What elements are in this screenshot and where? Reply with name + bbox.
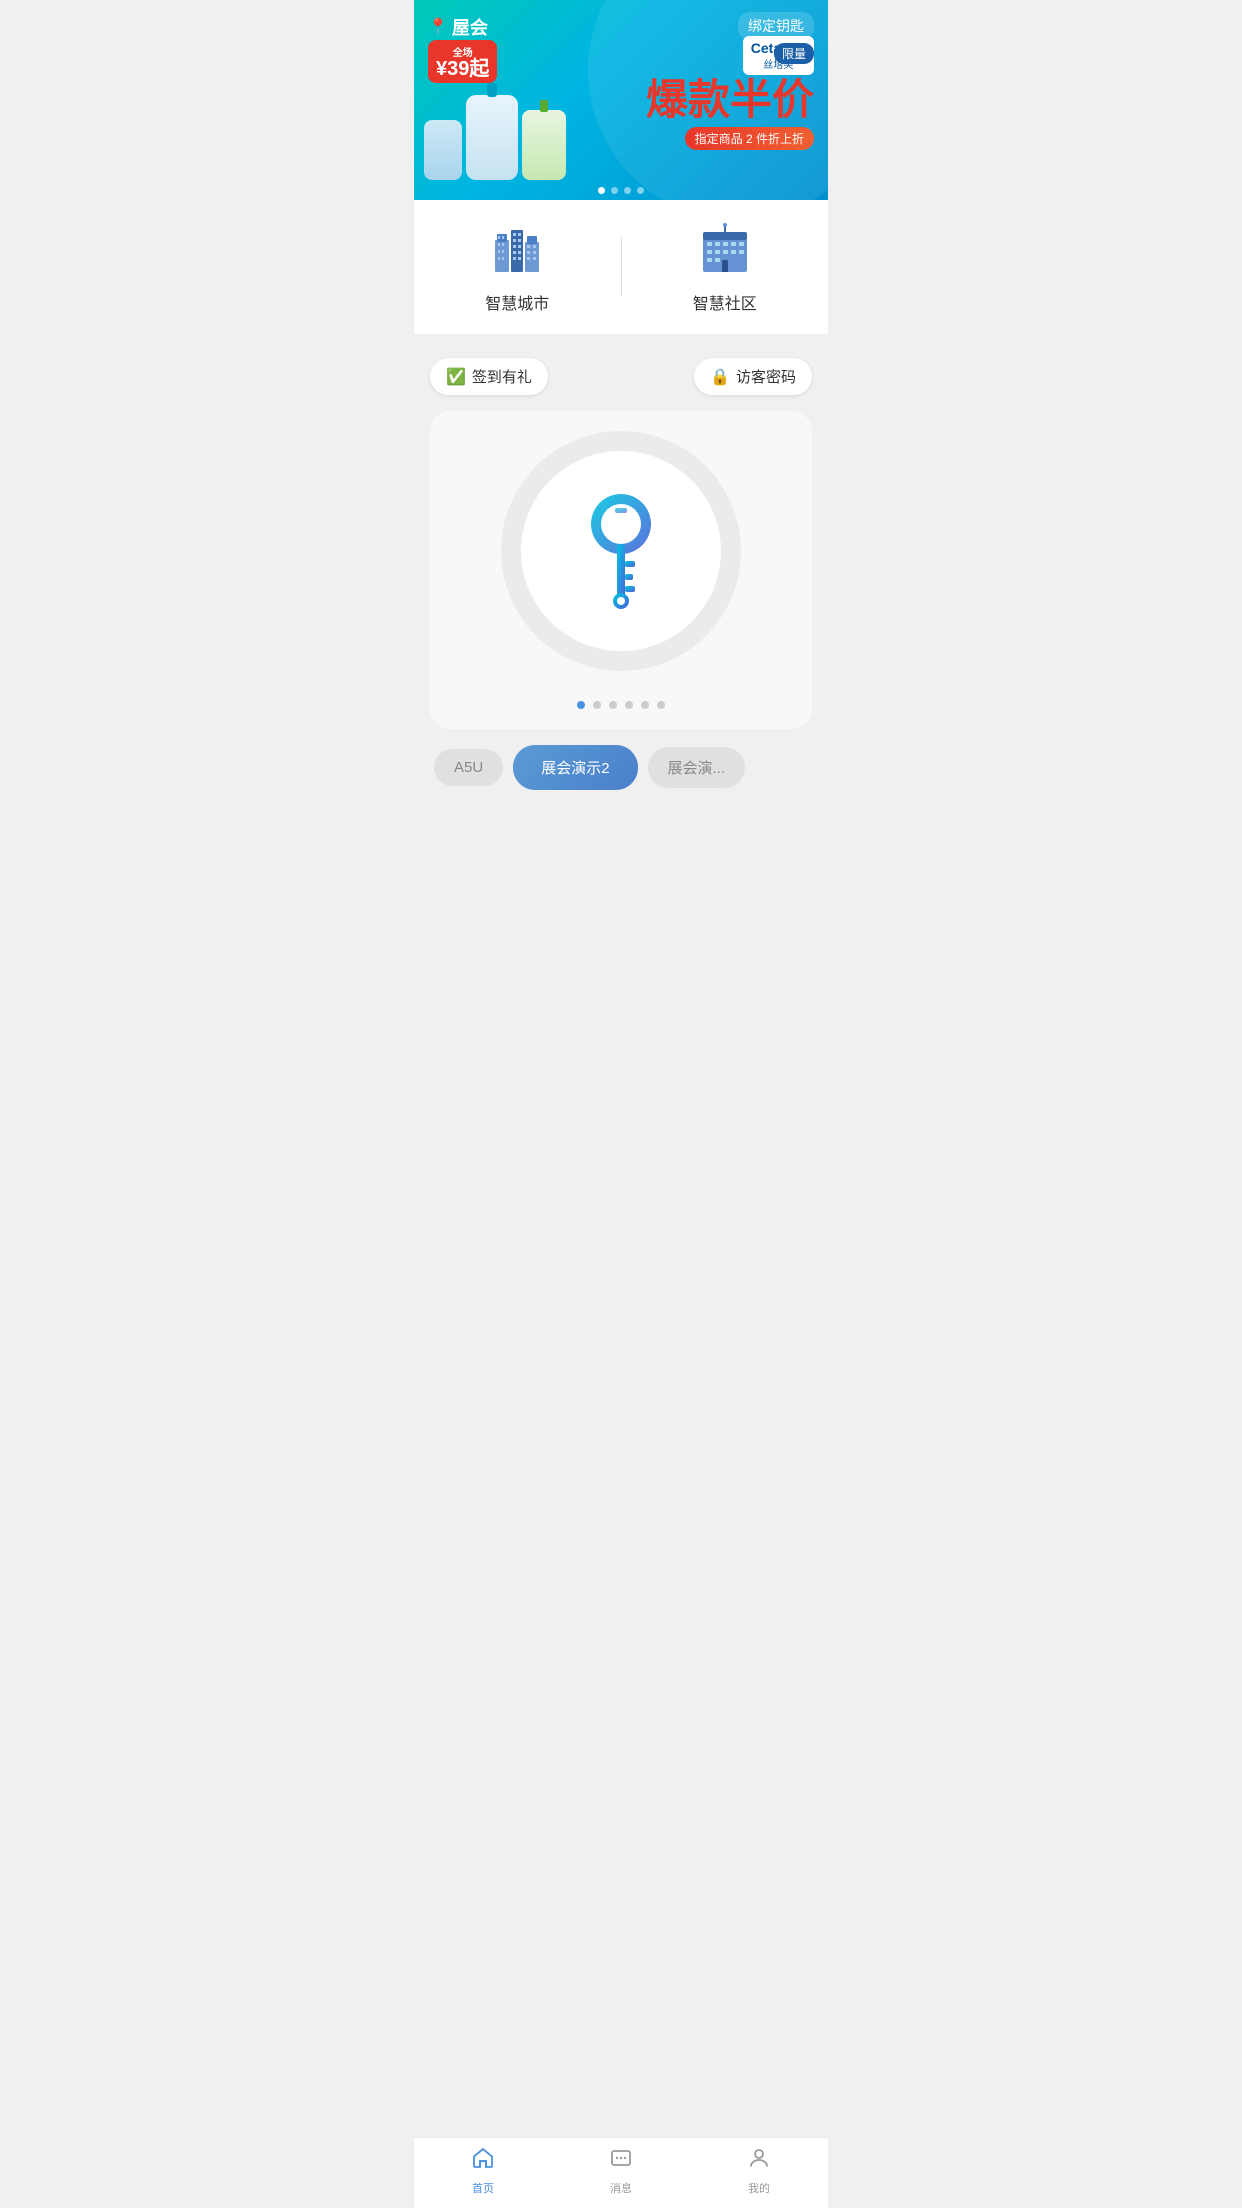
bottle-3 [522, 110, 566, 180]
promo-banner[interactable]: 📍 屋会 全场 ¥39起 绑定钥匙 Cetaphil 丝塔芙 限量 爆款半价 指 [414, 0, 828, 200]
tab-a5u[interactable]: A5U [434, 749, 503, 786]
carousel-dot-1 [577, 701, 585, 709]
bottle-2 [466, 95, 518, 180]
tab-demo2[interactable]: 展会演示2 [513, 745, 637, 790]
carousel-dot-3 [609, 701, 617, 709]
action-buttons: ✅ 签到有礼 🔒 访客密码 [430, 358, 812, 395]
message-icon [609, 2146, 633, 2176]
promo-text: 限量 爆款半价 指定商品 2 件折上折 [646, 43, 814, 150]
key-icon [571, 486, 671, 616]
category-section: 智慧城市 [414, 200, 828, 334]
key-circle-outer [501, 431, 741, 671]
tab-selector: A5U 展会演示2 展会演... [430, 745, 812, 790]
key-carousel[interactable] [430, 411, 812, 729]
checkin-label: 签到有礼 [472, 366, 532, 387]
banner-dot-3 [624, 187, 631, 194]
price-badge: 全场 ¥39起 [428, 40, 497, 83]
tab-demo3[interactable]: 展会演... [648, 747, 746, 788]
carousel-dot-2 [593, 701, 601, 709]
banner-dots [598, 187, 644, 194]
banner-dot-1 [598, 187, 605, 194]
smart-city-label: 智慧城市 [485, 290, 549, 314]
nav-mine[interactable]: 我的 [729, 2146, 789, 2196]
home-icon [471, 2146, 495, 2176]
visitor-label: 访客密码 [736, 366, 796, 387]
category-smart-city[interactable]: 智慧城市 [414, 220, 621, 314]
nav-home-label: 首页 [472, 2180, 494, 2196]
checkin-icon: ✅ [446, 367, 466, 387]
bottle-1 [424, 120, 462, 180]
banner-dot-4 [637, 187, 644, 194]
smart-community-label: 智慧社区 [693, 290, 757, 314]
nav-message[interactable]: 消息 [591, 2146, 651, 2196]
carousel-dot-6 [657, 701, 665, 709]
checkin-button[interactable]: ✅ 签到有礼 [430, 358, 548, 395]
product-bottles [424, 95, 566, 180]
smart-city-icon [487, 220, 547, 280]
visitor-code-button[interactable]: 🔒 访客密码 [694, 358, 812, 395]
key-circle-inner [521, 451, 721, 651]
nav-message-label: 消息 [610, 2180, 632, 2196]
carousel-dot-5 [641, 701, 649, 709]
visitor-icon: 🔒 [710, 367, 730, 387]
smart-section: ✅ 签到有礼 🔒 访客密码 [414, 342, 828, 806]
nav-mine-label: 我的 [748, 2180, 770, 2196]
carousel-dots [577, 701, 665, 709]
banner-dot-2 [611, 187, 618, 194]
banner-location: 📍 屋会 [428, 14, 488, 40]
nav-home[interactable]: 首页 [453, 2146, 513, 2196]
smart-community-icon [695, 220, 755, 280]
location-icon: 📍 [428, 17, 448, 37]
mine-icon [747, 2146, 771, 2176]
carousel-dot-4 [625, 701, 633, 709]
category-smart-community[interactable]: 智慧社区 [622, 220, 829, 314]
bottom-nav: 首页 消息 我的 [414, 2137, 828, 2208]
